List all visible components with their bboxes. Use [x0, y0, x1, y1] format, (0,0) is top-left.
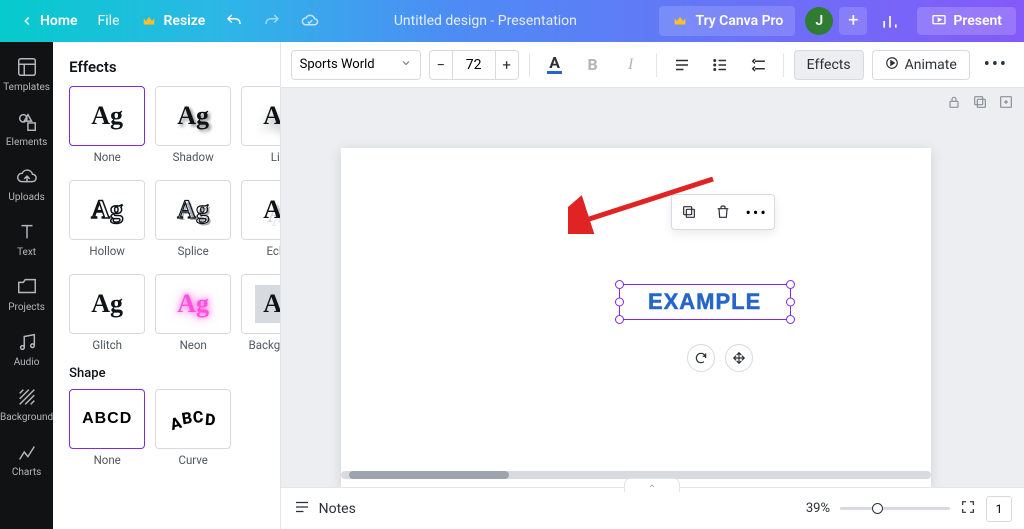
rail-uploads[interactable]: Uploads: [0, 158, 53, 213]
resize-handle-nw[interactable]: [615, 280, 624, 289]
effect-none[interactable]: Ag: [69, 86, 145, 146]
more-button[interactable]: •••: [978, 50, 1014, 80]
file-menu[interactable]: File: [88, 7, 130, 35]
rotate-button[interactable]: [687, 344, 715, 372]
rail-background[interactable]: Background: [0, 378, 53, 433]
effect-echo[interactable]: Ag: [241, 180, 280, 240]
duplicate-page-icon[interactable]: [972, 94, 988, 114]
chevron-down-icon: [400, 57, 412, 73]
rail-templates[interactable]: Templates: [0, 48, 53, 103]
try-pro-button[interactable]: Try Canva Pro: [659, 6, 795, 36]
canvas-viewport[interactable]: ••• EXAMPLE: [281, 88, 1024, 487]
resize-button[interactable]: Resize: [130, 6, 216, 36]
cloud-check-icon: [301, 12, 319, 30]
zoom-slider[interactable]: [840, 507, 950, 510]
home-button[interactable]: Home: [8, 6, 88, 36]
expand-pages-handle[interactable]: [624, 478, 680, 492]
add-page-icon[interactable]: [998, 94, 1014, 114]
undo-button[interactable]: [215, 6, 253, 36]
shape-none[interactable]: ABCD: [69, 389, 145, 449]
resize-handle-se[interactable]: [786, 315, 795, 324]
align-button[interactable]: [667, 50, 697, 80]
font-size-input[interactable]: [453, 50, 495, 80]
spacing-button[interactable]: [743, 50, 773, 80]
font-size-increase[interactable]: +: [495, 50, 519, 80]
present-icon: [931, 13, 947, 29]
move-button[interactable]: [725, 344, 753, 372]
element-toolbar: •••: [671, 194, 775, 230]
crown-icon: [140, 12, 158, 30]
rail-text[interactable]: Text: [0, 213, 53, 268]
effect-hollow[interactable]: Ag: [69, 180, 145, 240]
text-color-button[interactable]: A: [540, 50, 570, 80]
ellipsis-icon: •••: [984, 54, 1008, 75]
rail-elements[interactable]: Elements: [0, 103, 53, 158]
effects-panel: Effects Ag None Ag Shadow Ag Lift Ag Hol…: [53, 42, 280, 529]
avatar[interactable]: J: [805, 7, 833, 35]
selected-text[interactable]: EXAMPLE: [648, 289, 761, 315]
rail-audio[interactable]: Audio: [0, 323, 53, 378]
element-more-button[interactable]: •••: [740, 195, 774, 229]
bottom-bar: Notes 39% 1: [281, 487, 1024, 529]
resize-handle-sw[interactable]: [615, 315, 624, 324]
chevron-left-icon: [18, 12, 36, 30]
italic-button[interactable]: I: [616, 50, 646, 80]
lock-icon[interactable]: [946, 94, 962, 114]
text-toolbar: Sports World − + A B I Effects Animate •…: [281, 42, 1024, 88]
redo-button[interactable]: [253, 6, 291, 36]
notes-icon: [293, 498, 311, 520]
notes-button[interactable]: Notes: [293, 498, 356, 520]
plus-icon: +: [848, 12, 858, 30]
panel-title: Effects: [69, 58, 263, 76]
document-title[interactable]: Untitled design - Presentation: [394, 13, 577, 29]
list-button[interactable]: [705, 50, 735, 80]
rail-charts[interactable]: Charts: [0, 433, 53, 488]
delete-button[interactable]: [706, 195, 740, 229]
canvas-column: Sports World − + A B I Effects Animate •…: [281, 42, 1024, 529]
home-label: Home: [40, 13, 78, 29]
scrollbar-thumb[interactable]: [349, 471, 509, 479]
effects-button[interactable]: Effects: [794, 50, 864, 80]
font-family-select[interactable]: Sports World: [291, 50, 421, 80]
font-size-decrease[interactable]: −: [429, 50, 453, 80]
zoom-thumb[interactable]: [872, 503, 883, 514]
top-bar: Home File Resize Untitled design - Prese…: [0, 0, 1024, 42]
effect-background[interactable]: Ag: [241, 274, 280, 334]
insights-button[interactable]: [873, 4, 907, 38]
animate-icon: [885, 56, 899, 74]
resize-handle-ne[interactable]: [786, 280, 795, 289]
effect-glitch[interactable]: Ag: [69, 274, 145, 334]
present-button[interactable]: Present: [917, 7, 1016, 35]
left-rail: Templates Elements Uploads Text Projects…: [0, 42, 53, 529]
shape-section-label: Shape: [69, 366, 263, 381]
text-selection[interactable]: EXAMPLE: [619, 284, 791, 320]
shape-curve[interactable]: ABCD: [155, 389, 231, 449]
bar-chart-icon: [880, 11, 900, 31]
cloud-status-button[interactable]: [291, 6, 329, 36]
effect-shadow[interactable]: Ag: [155, 86, 231, 146]
font-size-stepper: − +: [429, 50, 519, 80]
zoom-control: 39% 1: [792, 496, 1012, 522]
effect-neon[interactable]: Ag: [155, 274, 231, 334]
resize-handle-w[interactable]: [615, 298, 624, 307]
undo-icon: [225, 12, 243, 30]
resize-handle-e[interactable]: [786, 298, 795, 307]
rail-projects[interactable]: Projects: [0, 268, 53, 323]
fullscreen-icon[interactable]: [960, 499, 976, 519]
duplicate-button[interactable]: [672, 195, 706, 229]
effect-splice[interactable]: Ag: [155, 180, 231, 240]
slide[interactable]: ••• EXAMPLE: [341, 148, 931, 487]
invite-button[interactable]: +: [839, 7, 867, 35]
animate-button[interactable]: Animate: [872, 50, 970, 80]
page-count-button[interactable]: 1: [986, 496, 1012, 522]
ellipsis-icon: •••: [746, 203, 768, 222]
zoom-percent[interactable]: 39%: [792, 501, 830, 516]
effect-lift[interactable]: Ag: [241, 86, 280, 146]
redo-icon: [263, 12, 281, 30]
bold-button[interactable]: B: [578, 50, 608, 80]
crown-icon: [671, 12, 689, 30]
